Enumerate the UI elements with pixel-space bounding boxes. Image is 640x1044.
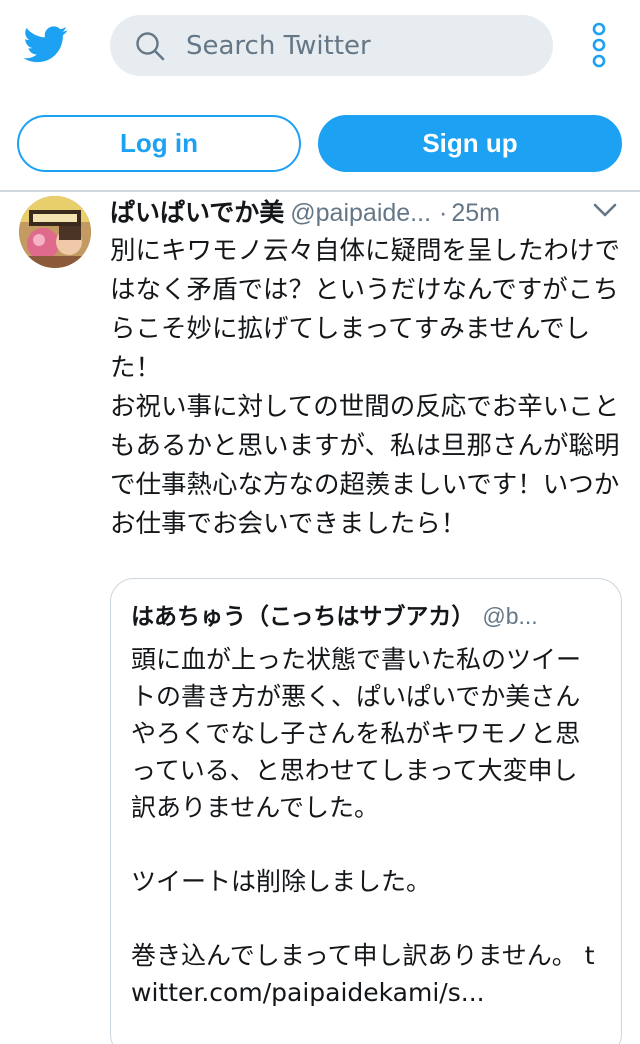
signup-button[interactable]: Sign up — [318, 115, 622, 172]
top-bar — [0, 0, 640, 92]
quoted-tweet-display-name: はあちゅう（こっちはサブアカ） — [131, 604, 475, 630]
divider — [0, 190, 640, 192]
search-box[interactable] — [110, 15, 553, 76]
more-vertical-icon[interactable] — [588, 22, 610, 70]
quoted-tweet-header: はあちゅう（こっちはサブアカ） @b... — [131, 597, 601, 633]
avatar[interactable] — [19, 196, 91, 268]
tweet-text: 別にキワモノ云々自体に疑問を呈したわけではなく矛盾では？というだけなんですがこち… — [110, 236, 621, 539]
tweet-display-name[interactable]: ぱいぱいでか美 — [110, 198, 284, 227]
quoted-tweet-handle: @b... — [482, 603, 538, 629]
search-icon — [136, 32, 165, 61]
search-input[interactable] — [186, 15, 536, 76]
chevron-down-icon[interactable] — [592, 201, 618, 219]
tweet-handle[interactable]: @paipaide... — [290, 199, 431, 227]
tweet-timestamp[interactable]: 25m — [451, 199, 500, 227]
twitter-bird-icon[interactable] — [22, 22, 70, 66]
quoted-tweet-text: 頭に血が上った状態で書いた私のツイートの書き方が悪く、ぱいぱいでか美さんやろくで… — [131, 645, 595, 1007]
tweet-header: ぱいぱいでか美 @paipaide... · 25m — [110, 193, 580, 229]
login-button[interactable]: Log in — [17, 115, 301, 172]
quoted-tweet-card[interactable]: はあちゅう（こっちはサブアカ） @b... 頭に血が上った状態で書いた私のツイート… — [110, 578, 622, 1044]
tweet-separator: · — [439, 199, 448, 227]
